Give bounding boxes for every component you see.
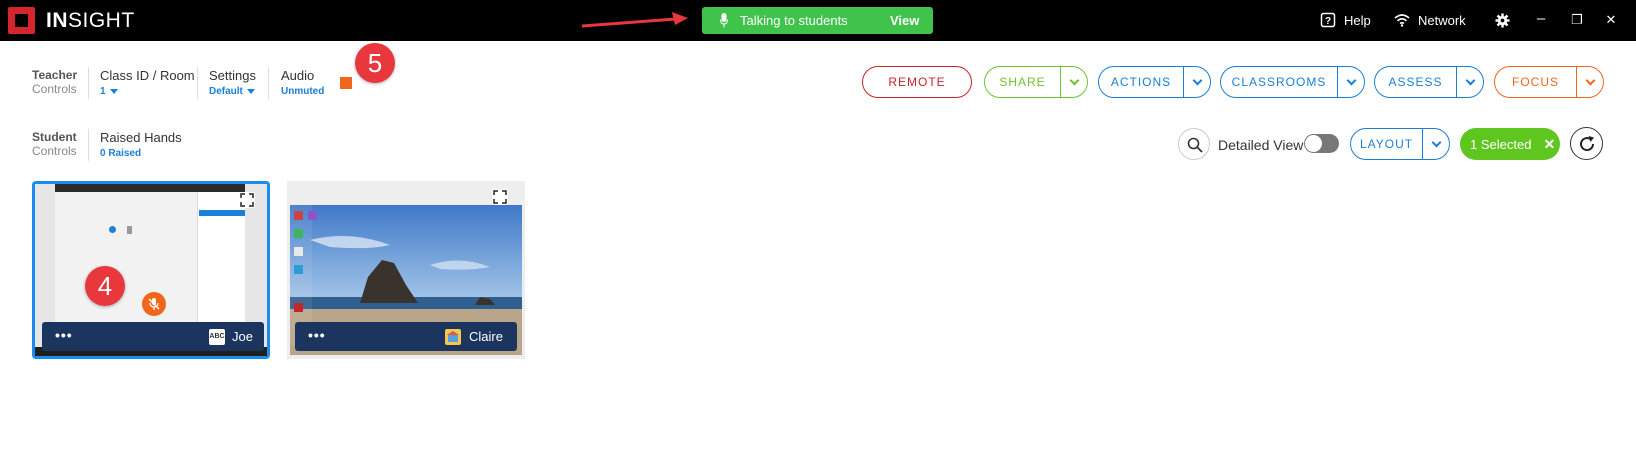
chevron-down-icon (1192, 75, 1202, 85)
notice-view-link[interactable]: View (890, 13, 919, 28)
teacher-controls-heading: Teacher Controls (32, 68, 78, 96)
student-controls-heading: Student Controls (32, 130, 77, 158)
minimize-button[interactable]: – (1532, 10, 1550, 27)
more-options-icon[interactable]: ••• (55, 327, 73, 343)
chevron-down-icon (1346, 75, 1356, 85)
raised-hands-control[interactable]: Raised Hands 0 Raised (100, 130, 182, 159)
search-button[interactable] (1178, 128, 1210, 160)
settings-value: Default (209, 86, 243, 97)
divider (268, 67, 269, 99)
refresh-button[interactable] (1570, 127, 1603, 160)
screen-user-icon (109, 226, 116, 233)
share-dropdown[interactable] (1060, 67, 1087, 97)
step-badge-five: 5 (355, 43, 395, 83)
search-icon (1187, 137, 1203, 153)
audio-control[interactable]: Audio Unmuted (281, 68, 324, 97)
more-options-icon[interactable]: ••• (308, 327, 326, 343)
layout-button[interactable]: LAYOUT (1350, 128, 1450, 160)
layout-dropdown[interactable] (1422, 129, 1449, 159)
network-icon (1394, 14, 1410, 27)
share-button[interactable]: SHARE (984, 66, 1088, 98)
talking-notice[interactable]: Talking to students View (702, 7, 933, 34)
classrooms-dropdown[interactable] (1337, 67, 1364, 97)
screen-window-bar (55, 184, 245, 192)
notice-text: Talking to students (740, 13, 848, 28)
svg-text:?: ? (1325, 16, 1331, 27)
help-icon: ? (1320, 12, 1336, 28)
selected-count-label: 1 Selected (1470, 136, 1532, 152)
student-avatar (445, 329, 461, 345)
raised-hands-value: 0 Raised (100, 148, 142, 159)
network-label: Network (1418, 12, 1466, 28)
muted-mic-icon (142, 292, 166, 316)
focus-button[interactable]: FOCUS (1494, 66, 1604, 98)
student-thumbnail-joe[interactable]: 4 ••• ABC Joe (32, 181, 270, 359)
student-name: Joe (232, 329, 253, 344)
help-button[interactable]: ? Help (1320, 12, 1371, 28)
restore-button[interactable]: ❐ (1568, 12, 1586, 28)
screen-download-icon (127, 226, 132, 234)
chevron-down-icon (1465, 75, 1475, 85)
student-name-bar: ••• Claire (295, 322, 517, 351)
network-button[interactable]: Network (1394, 12, 1466, 28)
assess-button[interactable]: ASSESS (1374, 66, 1484, 98)
chevron-down-icon (109, 88, 118, 94)
divider (88, 129, 89, 161)
audio-value: Unmuted (281, 86, 325, 97)
selected-count-pill[interactable]: 1 Selected ✕ (1460, 128, 1560, 160)
audio-status-indicator (340, 77, 352, 89)
assess-dropdown[interactable] (1456, 67, 1483, 97)
red-arrow-annotation (581, 12, 688, 28)
class-room-value: 1 (100, 86, 106, 97)
help-label: Help (1344, 12, 1371, 28)
app-title: INSIGHT (46, 9, 135, 32)
divider (197, 67, 198, 99)
remote-button[interactable]: REMOTE (862, 66, 972, 98)
gear-icon[interactable] (1495, 13, 1510, 28)
student-avatar: ABC (209, 329, 225, 345)
chevron-down-icon (1431, 137, 1441, 147)
detailed-view-label: Detailed View (1218, 137, 1304, 153)
expand-icon[interactable] (239, 192, 255, 208)
classrooms-button[interactable]: CLASSROOMS (1220, 66, 1365, 98)
refresh-icon (1580, 136, 1595, 152)
step-badge-four: 4 (85, 266, 125, 306)
student-name: Claire (469, 329, 503, 344)
settings-control[interactable]: Settings Default (209, 68, 256, 97)
screen-panel-header (199, 210, 245, 216)
close-button[interactable]: ✕ (1602, 12, 1620, 28)
chevron-down-icon (246, 88, 255, 94)
actions-dropdown[interactable] (1183, 67, 1210, 97)
clear-selection-icon[interactable]: ✕ (1543, 136, 1555, 153)
class-room-control[interactable]: Class ID / Room 1 (100, 68, 195, 97)
title-bar: INSIGHT Talking to students View ? Help … (0, 0, 1636, 41)
chevron-down-icon (1069, 75, 1079, 85)
insight-logo (8, 7, 35, 34)
divider (88, 67, 89, 99)
focus-dropdown[interactable] (1576, 67, 1603, 97)
detailed-view-toggle[interactable] (1304, 134, 1339, 153)
student-name-bar: ••• ABC Joe (42, 322, 264, 351)
microphone-icon (720, 13, 728, 28)
actions-button[interactable]: ACTIONS (1098, 66, 1211, 98)
expand-icon[interactable] (492, 189, 508, 205)
student-thumbnail-claire[interactable]: ••• Claire (287, 181, 525, 359)
chevron-down-icon (1585, 75, 1595, 85)
